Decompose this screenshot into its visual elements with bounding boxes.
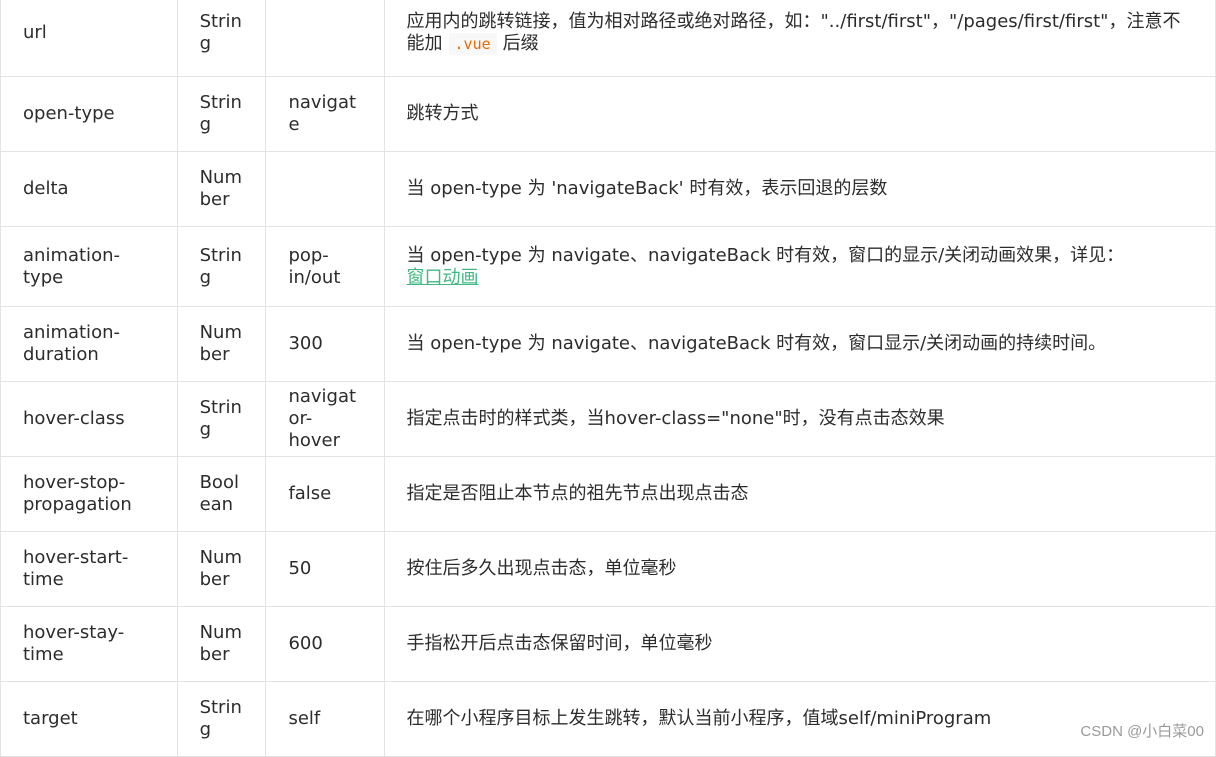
table-row: delta Number 当 open-type 为 'navigateBack… (1, 152, 1216, 227)
watermark: CSDN @小白菜00 (1080, 720, 1204, 741)
attr-default: navigate (266, 77, 384, 152)
table-row: animation-type String pop-in/out 当 open-… (1, 227, 1216, 307)
attr-type: String (177, 682, 266, 757)
attr-type: String (177, 0, 266, 77)
attr-type: Number (177, 532, 266, 607)
attr-type: String (177, 77, 266, 152)
attr-description: 当 open-type 为 navigate、navigateBack 时有效，… (384, 307, 1215, 382)
attr-name: hover-class (1, 382, 178, 457)
table-row: hover-start-time Number 50 按住后多久出现点击态，单位… (1, 532, 1216, 607)
attr-type: String (177, 382, 266, 457)
window-animation-link[interactable]: 窗口动画 (407, 267, 479, 288)
attributes-table: url String 应用内的跳转链接，值为相对路径或绝对路径，如："../fi… (0, 0, 1216, 757)
attr-default: false (266, 457, 384, 532)
attr-name: url (1, 0, 178, 77)
attr-default (266, 152, 384, 227)
attr-name: animation-type (1, 227, 178, 307)
attr-description: 应用内的跳转链接，值为相对路径或绝对路径，如："../first/first"，… (384, 0, 1215, 77)
table-row: url String 应用内的跳转链接，值为相对路径或绝对路径，如："../fi… (1, 0, 1216, 77)
attr-name: animation-duration (1, 307, 178, 382)
attr-default: self (266, 682, 384, 757)
attr-default (266, 0, 384, 77)
attr-type: Number (177, 307, 266, 382)
attr-default: pop-in/out (266, 227, 384, 307)
attr-name: target (1, 682, 178, 757)
attr-description: 指定点击时的样式类，当hover-class="none"时，没有点击态效果 (384, 382, 1215, 457)
attr-type: Number (177, 152, 266, 227)
table-row: animation-duration Number 300 当 open-typ… (1, 307, 1216, 382)
table-row: hover-class String navigator-hover 指定点击时… (1, 382, 1216, 457)
attr-description: 指定是否阻止本节点的祖先节点出现点击态 (384, 457, 1215, 532)
table-row: hover-stop-propagation Boolean false 指定是… (1, 457, 1216, 532)
attr-name: delta (1, 152, 178, 227)
attr-description: 当 open-type 为 'navigateBack' 时有效，表示回退的层数 (384, 152, 1215, 227)
code-suffix: .vue (449, 33, 497, 55)
attr-description: 手指松开后点击态保留时间，单位毫秒 (384, 607, 1215, 682)
desc-text: 当 open-type 为 navigate、navigateBack 时有效，… (407, 245, 1125, 266)
attr-default: 50 (266, 532, 384, 607)
attr-default: 300 (266, 307, 384, 382)
table-row: hover-stay-time Number 600 手指松开后点击态保留时间，… (1, 607, 1216, 682)
attr-name: hover-start-time (1, 532, 178, 607)
attr-name: hover-stay-time (1, 607, 178, 682)
attr-type: String (177, 227, 266, 307)
attr-default: 600 (266, 607, 384, 682)
attr-description: 跳转方式 (384, 77, 1215, 152)
attr-description: 在哪个小程序目标上发生跳转，默认当前小程序，值域self/miniProgram (384, 682, 1215, 757)
attr-description: 按住后多久出现点击态，单位毫秒 (384, 532, 1215, 607)
attr-name: open-type (1, 77, 178, 152)
attr-type: Boolean (177, 457, 266, 532)
table-row: open-type String navigate 跳转方式 (1, 77, 1216, 152)
attr-default: navigator-hover (266, 382, 384, 457)
desc-text-end: 后缀 (503, 33, 539, 54)
attr-type: Number (177, 607, 266, 682)
attr-name: hover-stop-propagation (1, 457, 178, 532)
table-row: target String self 在哪个小程序目标上发生跳转，默认当前小程序… (1, 682, 1216, 757)
attr-description: 当 open-type 为 navigate、navigateBack 时有效，… (384, 227, 1215, 307)
